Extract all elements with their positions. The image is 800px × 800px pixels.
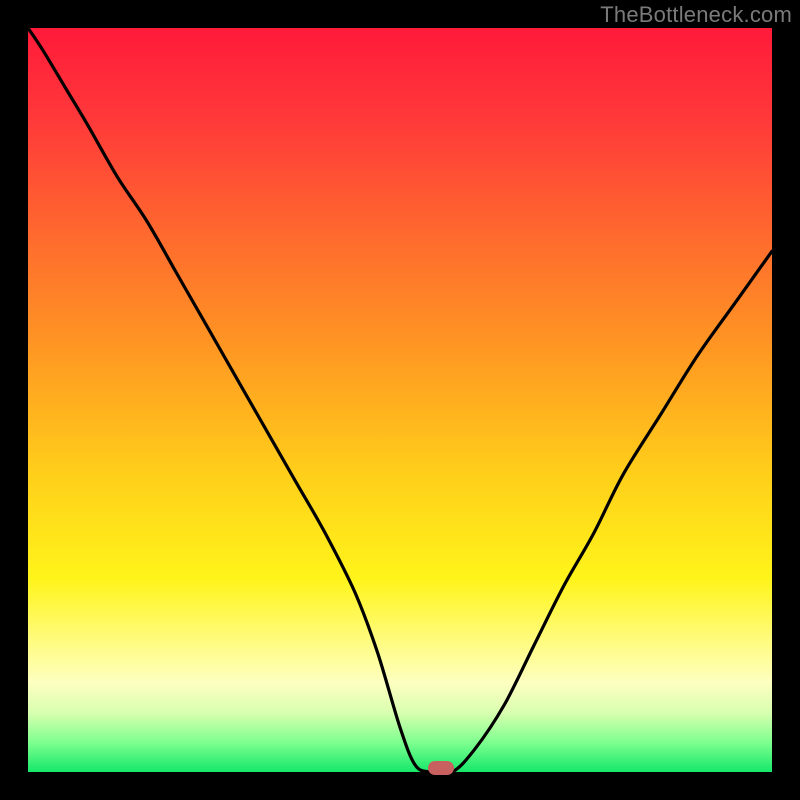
plot-area [28,28,772,772]
chart-frame: TheBottleneck.com [0,0,800,800]
bottleneck-curve-path [28,28,772,772]
watermark-text: TheBottleneck.com [600,2,792,28]
optimal-point-marker [428,761,454,775]
curve-svg [28,28,772,772]
